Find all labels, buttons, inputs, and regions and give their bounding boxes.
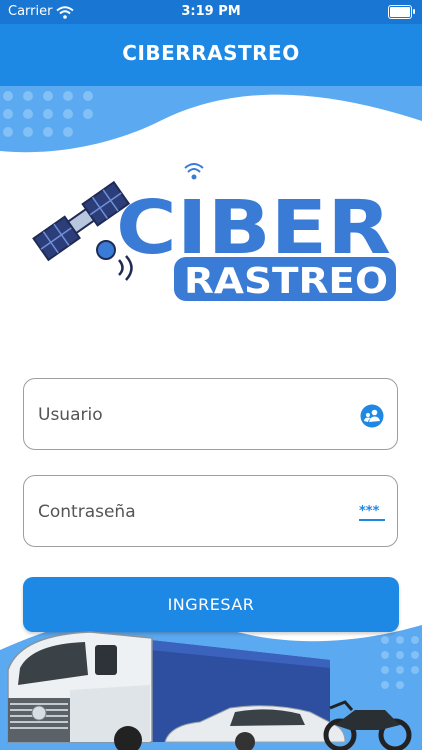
login-button[interactable]: INGRESAR bbox=[23, 577, 399, 632]
app-bar: CIBERRASTREO bbox=[0, 24, 422, 86]
user-icon bbox=[359, 403, 385, 429]
battery-icon bbox=[388, 5, 415, 19]
app-logo: CIBER RASTREO bbox=[32, 163, 396, 302]
svg-text:***: *** bbox=[359, 504, 380, 519]
password-input[interactable] bbox=[36, 494, 340, 530]
clock-label: 3:19 PM bbox=[181, 4, 241, 19]
username-input[interactable] bbox=[36, 397, 340, 433]
password-field[interactable]: *** bbox=[23, 475, 398, 547]
username-field[interactable] bbox=[23, 378, 398, 450]
app-title: CIBERRASTREO bbox=[122, 41, 300, 65]
status-bar: Carrier 3:19 PM bbox=[0, 0, 422, 24]
signal-icon bbox=[184, 163, 204, 180]
logo-word-rastreo: RASTREO bbox=[184, 261, 388, 302]
vehicles-illustration bbox=[7, 631, 412, 750]
truck-icon bbox=[7, 631, 153, 750]
top-wave-decoration bbox=[0, 86, 422, 153]
password-dots-icon: *** bbox=[359, 500, 385, 526]
